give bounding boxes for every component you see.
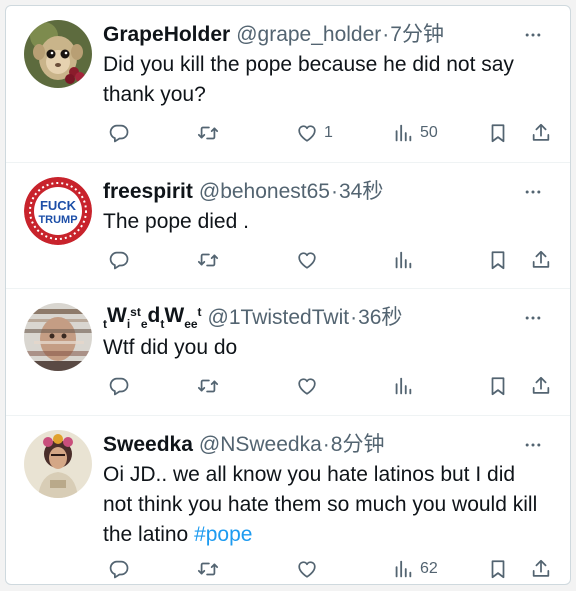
tweet-header: Sweedka @NSweedka · 8分钟 [103,430,550,460]
separator: · [350,306,358,329]
handle[interactable]: @1TwistedTwit [208,303,350,333]
avatar-logo-line2: TRUMP [38,214,77,226]
avatar-logo-line1: FUCK [40,198,77,213]
display-name[interactable]: GrapeHolder [103,20,230,50]
views-icon [395,251,412,269]
like-icon [298,252,316,269]
separator: · [330,180,338,203]
view-count: 50 [420,124,438,141]
action-bar: 1 50 [103,118,554,148]
tweet-header: GrapeHolder @grape_holder · 7分钟 [103,20,550,50]
avatar[interactable] [24,430,92,498]
like-icon [298,378,316,395]
views-button[interactable]: 50 [392,118,438,148]
action-bar [103,245,554,275]
views-icon [395,560,412,578]
more-icon[interactable] [520,303,546,333]
glitch-portrait-avatar [24,303,92,371]
share-button[interactable] [530,371,552,401]
reply-icon [109,560,129,579]
views-button[interactable]: 62 [392,554,438,584]
tweet-text: Did you kill the pope because he did not… [103,53,514,106]
like-button[interactable] [296,554,318,584]
avatar[interactable]: FUCK TRUMP [24,177,92,245]
bookmark-icon [491,124,505,143]
timeline: GrapeHolder @grape_holder · 7分钟 Did you … [5,5,571,585]
avatar[interactable] [24,303,92,371]
tweet-text: Wtf did you do [103,336,238,359]
reply-button[interactable] [108,245,130,275]
like-icon [298,125,316,142]
share-button[interactable] [530,245,552,275]
like-button[interactable] [296,371,318,401]
separator: · [382,23,390,46]
view-count: 62 [420,560,438,577]
views-icon [395,377,412,395]
retweet-icon [197,562,219,576]
more-icon[interactable] [520,20,546,50]
retweet-icon [197,126,219,140]
timestamp[interactable]: 7分钟 [390,20,444,50]
reply-icon [109,377,129,396]
monkey-holding-grapes-avatar [24,20,92,88]
like-button[interactable] [296,245,318,275]
bookmark-button[interactable] [487,118,509,148]
avatar[interactable] [24,20,92,88]
views-icon [395,124,412,142]
hashtag-link[interactable]: #pope [194,523,252,546]
share-button[interactable] [530,554,552,584]
reply-icon [109,124,129,143]
timestamp[interactable]: 34秒 [339,177,383,207]
handle[interactable]: @NSweedka [199,430,322,460]
more-icon[interactable] [520,177,546,207]
tweet-text: Oi JD.. we all know you hate latinos but… [103,460,548,550]
tweet-header: tWistedtWeet @1TwistedTwit · 36秒 [103,303,550,333]
handle[interactable]: @behonest65 [199,177,330,207]
tweet-header: freespirit @behonest65 · 34秒 [103,177,550,207]
retweet-button[interactable] [197,371,219,401]
protest-badge-avatar: FUCK TRUMP [24,177,92,245]
tweet-twistedtwit[interactable]: tWistedtWeet @1TwistedTwit · 36秒 Wtf did… [6,289,570,416]
tweet-text-content: Oi JD.. we all know you hate latinos but… [103,463,538,546]
display-name[interactable]: Sweedka [103,430,193,460]
retweet-button[interactable] [197,245,219,275]
views-button[interactable] [392,245,414,275]
tweet-freespirit[interactable]: FUCK TRUMP freespirit @behonest65 · 34秒 … [6,163,570,289]
display-name[interactable]: freespirit [103,177,193,207]
separator: · [322,433,330,456]
action-bar: 62 [103,554,554,584]
bookmark-button[interactable] [487,245,509,275]
illustrated-woman-avatar [24,430,92,498]
timestamp[interactable]: 36秒 [358,303,402,333]
action-bar [103,371,554,401]
tweet-sweedka[interactable]: Sweedka @NSweedka · 8分钟 Oi JD.. we all k… [6,416,570,584]
like-icon [298,561,316,578]
timestamp[interactable]: 8分钟 [331,430,385,460]
retweet-button[interactable] [197,554,219,584]
bookmark-button[interactable] [487,371,509,401]
reply-button[interactable] [108,118,130,148]
like-button[interactable]: 1 [296,118,333,148]
reply-icon [109,251,129,270]
tweet-grapeholder[interactable]: GrapeHolder @grape_holder · 7分钟 Did you … [6,6,570,163]
reply-button[interactable] [108,554,130,584]
share-icon [532,250,550,268]
handle[interactable]: @grape_holder [236,20,381,50]
share-icon [532,376,550,394]
reply-button[interactable] [108,371,130,401]
retweet-icon [197,379,219,393]
like-count: 1 [324,124,333,141]
tweet-text: The pope died . [103,210,249,233]
bookmark-icon [491,377,505,396]
bookmark-icon [491,251,505,270]
bookmark-icon [491,560,505,579]
more-icon[interactable] [520,430,546,460]
share-icon [532,559,550,577]
retweet-icon [197,253,219,267]
views-button[interactable] [392,371,414,401]
share-icon [532,123,550,141]
retweet-button[interactable] [197,118,219,148]
share-button[interactable] [530,118,552,148]
bookmark-button[interactable] [487,554,509,584]
